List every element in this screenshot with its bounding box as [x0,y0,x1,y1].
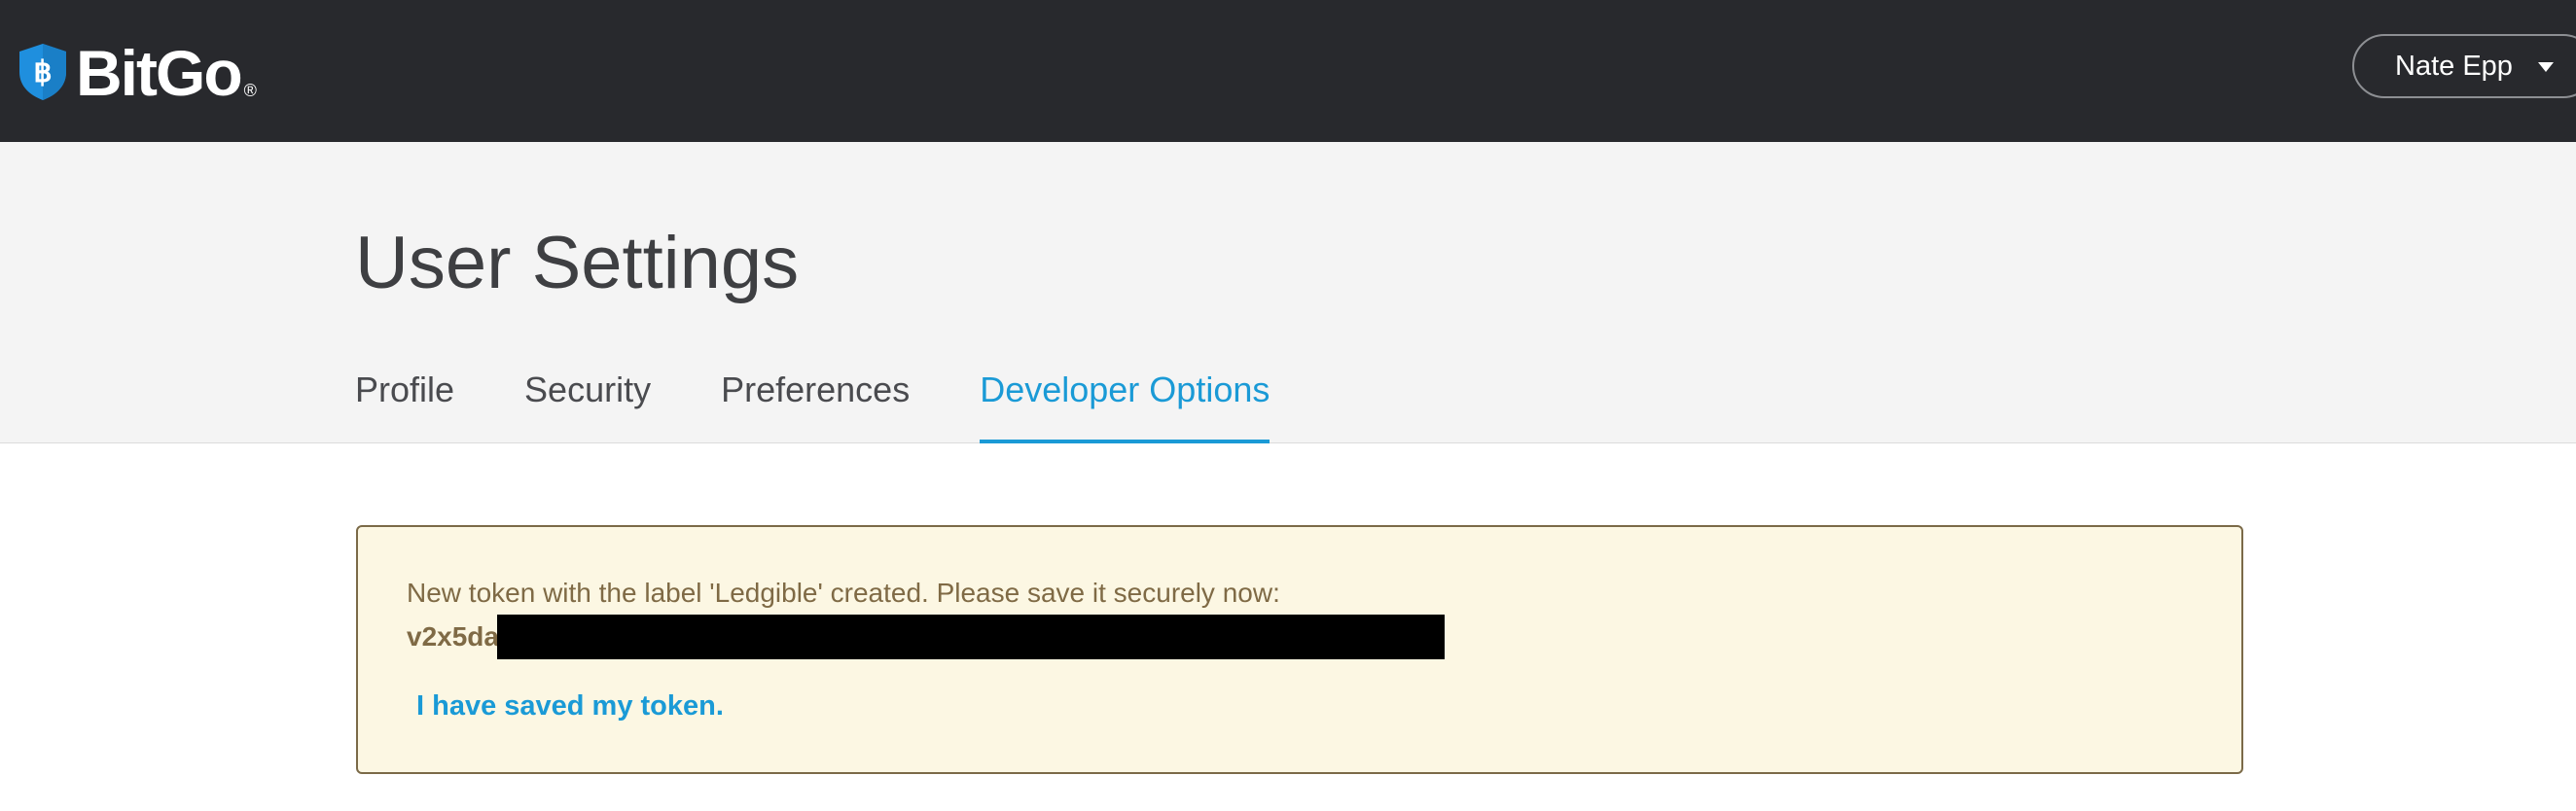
bitcoin-shield-icon: ฿ [19,44,66,100]
svg-text:฿: ฿ [33,56,52,88]
tab-profile[interactable]: Profile [355,371,454,443]
bitgo-logo[interactable]: ฿ BitGo ® [18,37,257,109]
saved-token-link[interactable]: I have saved my token. [416,690,724,723]
settings-header: User Settings Profile Security Preferenc… [0,142,2576,443]
token-prefix: v2x5da [407,621,499,652]
user-menu-button[interactable]: Nate Epp [2352,34,2576,98]
page-title: User Settings [355,222,800,304]
top-navbar: ฿ BitGo ® Nate Epp [0,0,2576,142]
tab-developer-options[interactable]: Developer Options [980,371,1270,443]
token-created-alert: New token with the label 'Ledgible' crea… [356,525,2243,774]
alert-message: New token with the label 'Ledgible' crea… [407,578,1280,608]
token-value: v2x5da [407,615,1445,659]
brand-name: BitGo [76,37,243,109]
tab-security[interactable]: Security [524,371,651,443]
tab-preferences[interactable]: Preferences [721,371,910,443]
settings-tabs: Profile Security Preferences Developer O… [355,371,1340,443]
token-redaction-bar [496,615,1445,659]
registered-mark: ® [243,81,257,100]
caret-down-icon [2537,62,2554,72]
user-name: Nate Epp [2395,50,2513,82]
